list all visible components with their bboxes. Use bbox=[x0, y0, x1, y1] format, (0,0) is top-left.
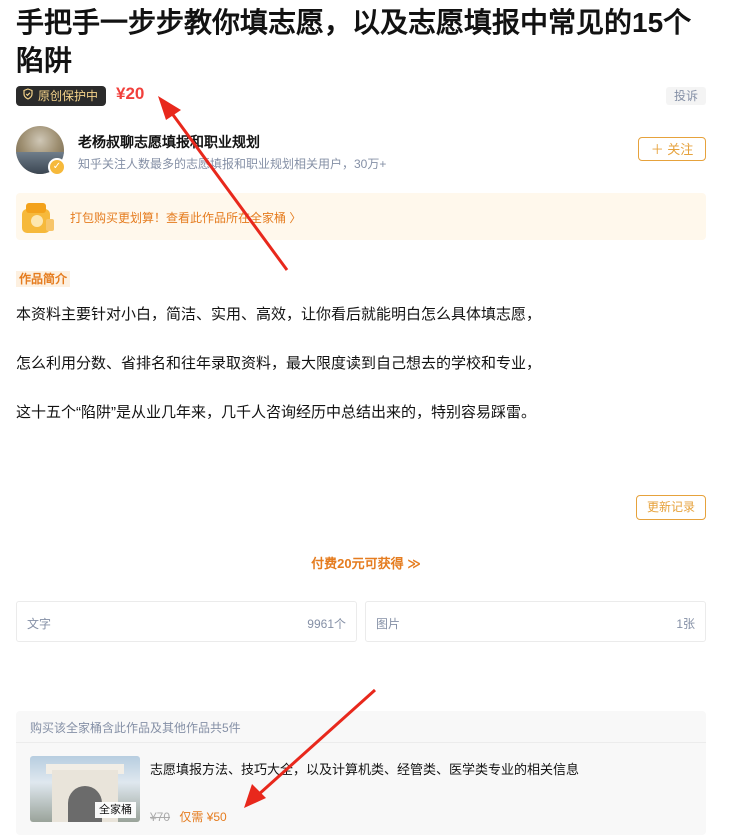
bundle-price: ¥70 仅需 ¥50 bbox=[150, 808, 227, 825]
text-count: 9961个 bbox=[307, 617, 346, 631]
image-label: 图片 bbox=[376, 617, 401, 631]
author-name[interactable]: 老杨叔聊志愿填报和职业规划 bbox=[78, 132, 260, 152]
intro-paragraph: 本资料主要针对小白，简洁、实用、高效，让你看后就能明白怎么具体填志愿， bbox=[16, 306, 542, 323]
pay-to-unlock-link[interactable]: 付费20元可获得 ≫ bbox=[0, 553, 732, 572]
intro-tag: 作品简介 bbox=[16, 271, 71, 287]
author-description: 知乎关注人数最多的志愿填报和职业规划相关用户，30万+ bbox=[78, 157, 387, 171]
original-protected-badge: 原创保护中 bbox=[16, 86, 107, 106]
image-count: 1张 bbox=[676, 617, 695, 631]
bundle-title[interactable]: 志愿填报方法、技巧大全，以及计算机类、经管类、医学类专业的相关信息 bbox=[150, 759, 579, 778]
text-label: 文字 bbox=[27, 617, 52, 631]
intro-paragraph: 怎么利用分数、省排名和往年录取资料，最大限度读到自己想去的学校和专业， bbox=[16, 355, 542, 372]
follow-button[interactable]: ＋ 关注 bbox=[638, 137, 706, 161]
intro-paragraph: 这十五个“陷阱”是从业几年来，几千人咨询经历中总结出来的，特别容易踩雷。 bbox=[16, 404, 536, 421]
badge-label: 原创保护中 bbox=[38, 89, 99, 103]
verified-icon: ✓ bbox=[48, 158, 66, 176]
bundle-tag: 全家桶 bbox=[95, 802, 136, 818]
page-title: 手把手一步步教你填志愿，以及志愿填报中常见的15个陷阱 bbox=[16, 7, 692, 76]
divider bbox=[16, 742, 706, 743]
update-log-button[interactable]: 更新记录 bbox=[636, 495, 706, 520]
bundle-header: 购买该全家桶含此作品及其他作品共5件 bbox=[30, 721, 241, 735]
article-page: 手把手一步步教你填志愿，以及志愿填报中常见的15个陷阱 原创保护中 ¥20 投诉… bbox=[0, 0, 732, 840]
bundle-old-price: ¥70 bbox=[150, 810, 171, 824]
promo-text[interactable]: 打包购买更划算！查看此作品所在全家桶 〉 bbox=[70, 209, 301, 226]
report-button[interactable]: 投诉 bbox=[665, 87, 706, 105]
price-label: ¥20 bbox=[116, 84, 145, 103]
bundle-thumbnail[interactable]: 全家桶 bbox=[30, 756, 140, 822]
shield-icon bbox=[22, 86, 34, 106]
annotation-arrow bbox=[158, 96, 289, 271]
bundle-card[interactable]: 购买该全家桶含此作品及其他作品共5件 全家桶 志愿填报方法、技巧大全，以及计算机… bbox=[16, 711, 706, 835]
gift-bag-icon bbox=[16, 197, 58, 237]
bundle-promo-banner[interactable]: 打包购买更划算！查看此作品所在全家桶 〉 bbox=[16, 193, 706, 240]
image-count-card: 图片 1张 bbox=[365, 601, 706, 642]
text-count-card: 文字 9961个 bbox=[16, 601, 357, 642]
bundle-new-price: 仅需 ¥50 bbox=[179, 810, 227, 824]
